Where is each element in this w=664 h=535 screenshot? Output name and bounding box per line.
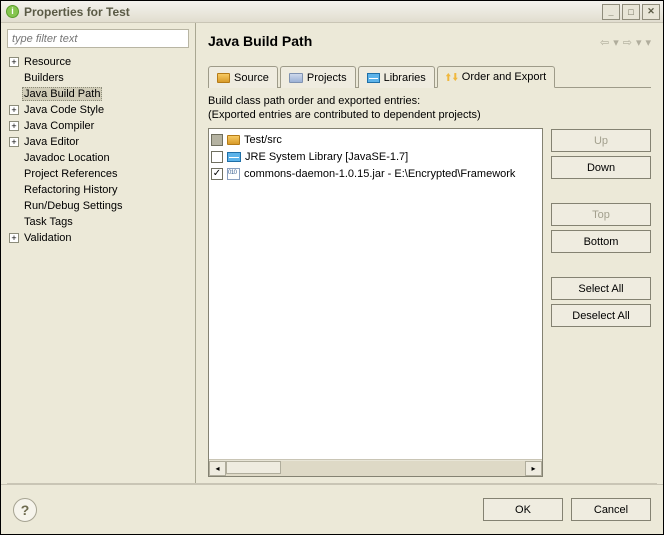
tab-label: Order and Export	[462, 71, 546, 83]
src-icon	[227, 135, 240, 145]
content-panel: Java Build Path ⇦ ▾ ⇨ ▾ ▾ Source Projects…	[196, 23, 663, 483]
tree-item[interactable]: +Validation	[9, 230, 191, 246]
filter-input[interactable]	[7, 29, 189, 48]
page-title: Java Build Path	[208, 33, 312, 49]
expand-icon[interactable]: +	[9, 57, 19, 67]
tree-item[interactable]: Run/Debug Settings	[9, 198, 191, 214]
titlebar[interactable]: i Properties for Test _ □ ✕	[1, 1, 663, 23]
tab-source[interactable]: Source	[208, 66, 278, 88]
select-all-button[interactable]: Select All	[551, 277, 651, 300]
jre-icon	[227, 152, 241, 162]
tree-item[interactable]: Refactoring History	[9, 182, 191, 198]
tree-item[interactable]: Task Tags	[9, 214, 191, 230]
tree-item-label: Run/Debug Settings	[22, 200, 124, 212]
tree-item-label: Javadoc Location	[22, 152, 112, 164]
tree-item-label: Java Compiler	[22, 120, 96, 132]
forward-menu-icon[interactable]: ▾	[636, 36, 642, 49]
tab-label: Libraries	[384, 72, 426, 84]
expand-icon[interactable]: +	[9, 137, 19, 147]
back-menu-icon[interactable]: ▾	[613, 36, 619, 49]
checkbox[interactable]	[211, 134, 223, 146]
projects-icon	[289, 73, 303, 83]
tab-label: Source	[234, 72, 269, 84]
bottom-button[interactable]: Bottom	[551, 230, 651, 253]
tree-item[interactable]: +Java Compiler	[9, 118, 191, 134]
tab-bar: Source Projects Libraries Order and Export	[208, 65, 651, 88]
checkbox[interactable]	[211, 151, 223, 163]
tree-item-label: Resource	[22, 56, 73, 68]
app-icon: i	[6, 5, 19, 18]
horizontal-scrollbar[interactable]: ◂ ▸	[209, 459, 542, 476]
scroll-thumb[interactable]	[226, 461, 281, 474]
list-item[interactable]: Test/src	[211, 131, 540, 148]
tree-item[interactable]: Javadoc Location	[9, 150, 191, 166]
tree-item-label: Java Editor	[22, 136, 81, 148]
tab-order-and-export[interactable]: Order and Export	[437, 66, 555, 88]
window-title: Properties for Test	[24, 5, 130, 19]
history-nav: ⇦ ▾ ⇨ ▾ ▾	[600, 36, 651, 49]
category-tree[interactable]: +ResourceBuildersJava Build Path+Java Co…	[5, 54, 191, 246]
deselect-all-button[interactable]: Deselect All	[551, 304, 651, 327]
ok-button[interactable]: OK	[483, 498, 563, 521]
view-menu-icon[interactable]: ▾	[645, 36, 651, 49]
cancel-button[interactable]: Cancel	[571, 498, 651, 521]
tree-item-label: Project References	[22, 168, 120, 180]
libs-icon	[367, 73, 380, 83]
scroll-right-icon[interactable]: ▸	[525, 461, 542, 476]
tree-item[interactable]: Builders	[9, 70, 191, 86]
help-button[interactable]: ?	[13, 498, 37, 522]
info-line-2: (Exported entries are contributed to dep…	[208, 108, 651, 122]
forward-icon[interactable]: ⇨	[623, 36, 632, 49]
minimize-button[interactable]: _	[602, 4, 620, 20]
tree-item[interactable]: +Resource	[9, 54, 191, 70]
top-button[interactable]: Top	[551, 203, 651, 226]
tree-item-label: Java Build Path	[22, 87, 102, 101]
tab-label: Projects	[307, 72, 347, 84]
list-item[interactable]: JRE System Library [JavaSE-1.7]	[211, 148, 540, 165]
expand-icon[interactable]: +	[9, 121, 19, 131]
close-button[interactable]: ✕	[642, 4, 660, 20]
list-item[interactable]: commons-daemon-1.0.15.jar - E:\Encrypted…	[211, 165, 540, 182]
info-line-1: Build class path order and exported entr…	[208, 94, 651, 108]
down-button[interactable]: Down	[551, 156, 651, 179]
tree-item-label: Builders	[22, 72, 66, 84]
checkbox[interactable]	[211, 168, 223, 180]
up-button[interactable]: Up	[551, 129, 651, 152]
tree-item[interactable]: Project References	[9, 166, 191, 182]
order-icon	[446, 71, 458, 83]
tree-item-label: Task Tags	[22, 216, 75, 228]
entry-label: commons-daemon-1.0.15.jar - E:\Encrypted…	[244, 168, 515, 180]
tree-item-label: Refactoring History	[22, 184, 120, 196]
maximize-button[interactable]: □	[622, 4, 640, 20]
entry-label: JRE System Library [JavaSE-1.7]	[245, 151, 408, 163]
tree-item[interactable]: Java Build Path	[9, 86, 191, 102]
tree-item[interactable]: +Java Editor	[9, 134, 191, 150]
expand-icon[interactable]: +	[9, 233, 19, 243]
entry-label: Test/src	[244, 134, 282, 146]
source-icon	[217, 73, 230, 83]
jar-icon	[227, 168, 240, 180]
tree-item-label: Java Code Style	[22, 104, 106, 116]
entries-list[interactable]: Test/src JRE System Library [JavaSE-1.7] c…	[208, 128, 543, 477]
expand-icon[interactable]: +	[9, 105, 19, 115]
tree-item-label: Validation	[22, 232, 74, 244]
category-panel: +ResourceBuildersJava Build Path+Java Co…	[1, 23, 196, 483]
tab-libraries[interactable]: Libraries	[358, 66, 435, 88]
tree-item[interactable]: +Java Code Style	[9, 102, 191, 118]
tab-projects[interactable]: Projects	[280, 66, 356, 88]
scroll-left-icon[interactable]: ◂	[209, 461, 226, 476]
back-icon[interactable]: ⇦	[600, 36, 609, 49]
